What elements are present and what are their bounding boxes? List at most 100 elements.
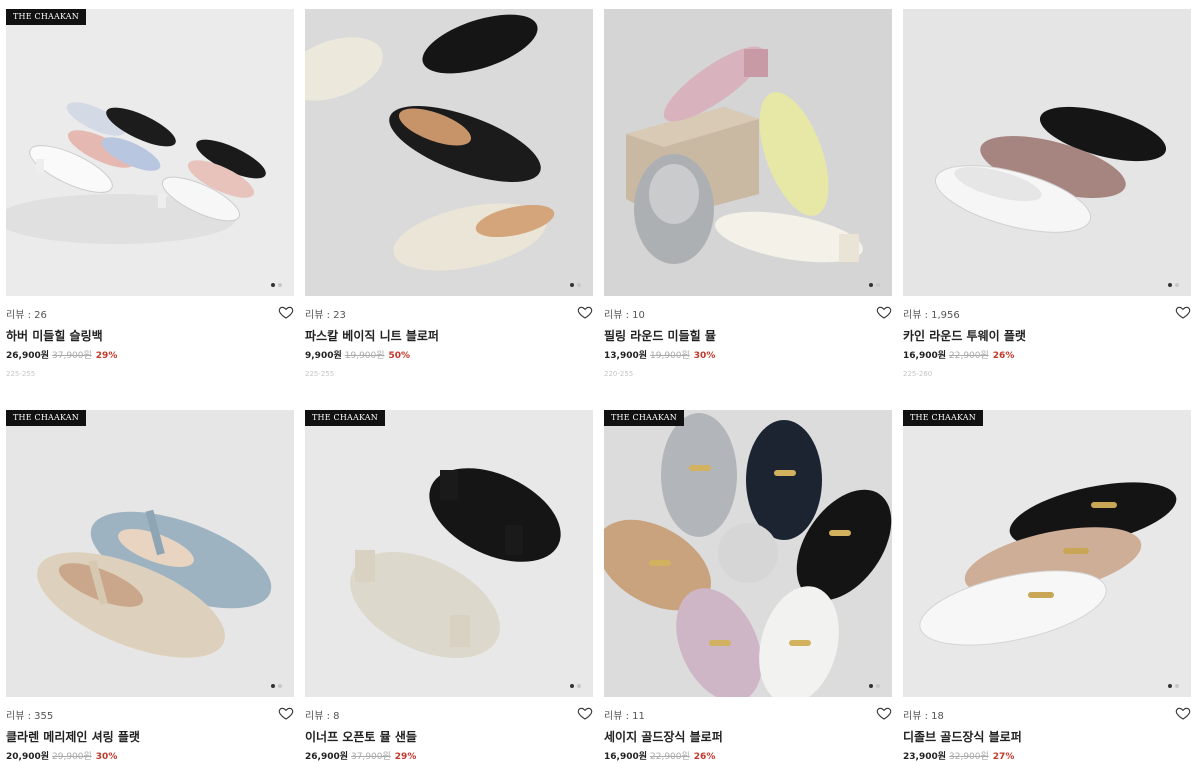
- discount-rate: 27%: [992, 752, 1015, 762]
- product-image[interactable]: THE CHAAKAN: [6, 9, 294, 296]
- carousel-dot[interactable]: [271, 684, 275, 688]
- price-row: 20,900원 29,900원 30%: [6, 749, 294, 762]
- knit-bloafer-image: [305, 9, 593, 296]
- brand-tag: THE CHAAKAN: [305, 410, 385, 426]
- sale-price: 9,900원: [305, 351, 342, 361]
- carousel-dots[interactable]: [570, 283, 581, 287]
- brand-tag: THE CHAAKAN: [6, 410, 86, 426]
- heart-icon[interactable]: [1175, 705, 1191, 721]
- product-name[interactable]: 파스칼 베이직 니트 블로퍼: [305, 327, 593, 344]
- product-name[interactable]: 필링 라운드 미들힐 뮬: [604, 327, 892, 344]
- review-count: 리뷰 : 23: [305, 310, 346, 321]
- round-flat-image: [903, 9, 1191, 296]
- product-card[interactable]: 리뷰 : 10 필링 라운드 미들힐 뮬 13,900원 19,900원 30% 2…: [604, 9, 892, 378]
- product-card[interactable]: 리뷰 : 1,956 카인 라운드 투웨이 플랫 16,900원 22,900원 2…: [903, 9, 1191, 378]
- price-row: 23,900원 32,900원 27%: [903, 749, 1191, 762]
- original-price: 19,900원: [650, 351, 690, 361]
- gold-bit-bloafer-2-image: [903, 410, 1191, 697]
- discount-rate: 26%: [992, 351, 1015, 361]
- carousel-dot[interactable]: [577, 684, 581, 688]
- price-row: 16,900원 22,900원 26%: [903, 348, 1191, 361]
- brand-tag: THE CHAAKAN: [903, 410, 983, 426]
- review-count: 리뷰 : 18: [903, 711, 944, 722]
- original-price: 29,900원: [52, 752, 92, 762]
- original-price: 37,900원: [52, 351, 92, 361]
- product-card[interactable]: THE CHAAKAN 리뷰 : 8 이너프 오픈토 뮬 샌들 26,900원 3…: [305, 410, 593, 762]
- gold-bit-bloafer-image: [604, 410, 892, 697]
- product-image[interactable]: THE CHAAKAN: [604, 410, 892, 697]
- sale-price: 13,900원: [604, 351, 648, 361]
- carousel-dot[interactable]: [570, 684, 574, 688]
- product-name[interactable]: 세이지 골드장식 블로퍼: [604, 728, 892, 745]
- carousel-dot[interactable]: [577, 283, 581, 287]
- heart-icon[interactable]: [278, 705, 294, 721]
- product-name[interactable]: 클라렌 메리제인 셔링 플랫: [6, 728, 294, 745]
- product-image[interactable]: [604, 9, 892, 296]
- brand-tag: THE CHAAKAN: [604, 410, 684, 426]
- product-image[interactable]: THE CHAAKAN: [6, 410, 294, 697]
- product-card[interactable]: THE CHAAKAN 리뷰 : 355 클라렌 메리제인 셔링 플랫 20,9…: [6, 410, 294, 762]
- price-row: 26,900원 37,900원 29%: [305, 749, 593, 762]
- carousel-dots[interactable]: [271, 283, 282, 287]
- heart-icon[interactable]: [1175, 304, 1191, 320]
- price-row: 9,900원 19,900원 50%: [305, 348, 593, 361]
- review-count: 리뷰 : 355: [6, 711, 54, 722]
- carousel-dot[interactable]: [570, 283, 574, 287]
- carousel-dot[interactable]: [869, 684, 873, 688]
- sale-price: 20,900원: [6, 752, 50, 762]
- product-image[interactable]: [903, 9, 1191, 296]
- review-count: 리뷰 : 1,956: [903, 310, 960, 321]
- carousel-dot[interactable]: [876, 283, 880, 287]
- product-name[interactable]: 하버 미들힐 슬링백: [6, 327, 294, 344]
- heart-icon[interactable]: [278, 304, 294, 320]
- carousel-dots[interactable]: [271, 684, 282, 688]
- product-image[interactable]: THE CHAAKAN: [903, 410, 1191, 697]
- original-price: 37,900원: [351, 752, 391, 762]
- product-name[interactable]: 디졸브 골드장식 블로퍼: [903, 728, 1191, 745]
- product-card[interactable]: THE CHAAKAN 리뷰 : 18 디졸브 골드장식 블로퍼 23,900원…: [903, 410, 1191, 762]
- sale-price: 16,900원: [604, 752, 648, 762]
- carousel-dot[interactable]: [1168, 684, 1172, 688]
- sale-price: 16,900원: [903, 351, 947, 361]
- discount-rate: 30%: [693, 351, 716, 361]
- discount-rate: 50%: [388, 351, 411, 361]
- product-card[interactable]: 리뷰 : 23 파스칼 베이직 니트 블로퍼 9,900원 19,900원 50% …: [305, 9, 593, 378]
- carousel-dot[interactable]: [278, 283, 282, 287]
- review-count: 리뷰 : 11: [604, 711, 645, 722]
- product-card[interactable]: THE CHAAKAN 리뷰 : 26 하버 미들힐 슬링백 26,900원 37…: [6, 9, 294, 378]
- discount-rate: 29%: [95, 351, 118, 361]
- product-name[interactable]: 이너프 오픈토 뮬 샌들: [305, 728, 593, 745]
- carousel-dot[interactable]: [278, 684, 282, 688]
- carousel-dot[interactable]: [1175, 283, 1179, 287]
- carousel-dot[interactable]: [869, 283, 873, 287]
- mary-jane-flat-image: [6, 410, 294, 697]
- heart-icon[interactable]: [876, 304, 892, 320]
- original-price: 19,900원: [344, 351, 385, 361]
- heart-icon[interactable]: [577, 705, 593, 721]
- carousel-dot[interactable]: [1175, 684, 1179, 688]
- carousel-dots[interactable]: [570, 684, 581, 688]
- product-grid: THE CHAAKAN 리뷰 : 26 하버 미들힐 슬링백 26,900원 37…: [0, 0, 1200, 763]
- carousel-dot[interactable]: [1168, 283, 1172, 287]
- size-range: 225-255: [305, 370, 335, 378]
- carousel-dots[interactable]: [869, 283, 880, 287]
- open-toe-mule-image: [305, 410, 593, 697]
- sale-price: 26,900원: [6, 351, 50, 361]
- product-card[interactable]: THE CHAAKAN 리뷰 : 11 세이지 골드장식 블로퍼 16,900원…: [604, 410, 892, 762]
- heart-icon[interactable]: [577, 304, 593, 320]
- carousel-dot[interactable]: [271, 283, 275, 287]
- slingback-shoes-image: [6, 9, 294, 296]
- product-image[interactable]: [305, 9, 593, 296]
- review-count: 리뷰 : 26: [6, 310, 47, 321]
- carousel-dots[interactable]: [1168, 684, 1179, 688]
- product-name[interactable]: 카인 라운드 투웨이 플랫: [903, 327, 1191, 344]
- price-row: 26,900원 37,900원 29%: [6, 348, 294, 361]
- carousel-dots[interactable]: [869, 684, 880, 688]
- product-image[interactable]: THE CHAAKAN: [305, 410, 593, 697]
- carousel-dots[interactable]: [1168, 283, 1179, 287]
- review-count: 리뷰 : 10: [604, 310, 645, 321]
- heart-icon[interactable]: [876, 705, 892, 721]
- carousel-dot[interactable]: [876, 684, 880, 688]
- size-range: 220-255: [604, 370, 634, 378]
- discount-rate: 29%: [394, 752, 417, 762]
